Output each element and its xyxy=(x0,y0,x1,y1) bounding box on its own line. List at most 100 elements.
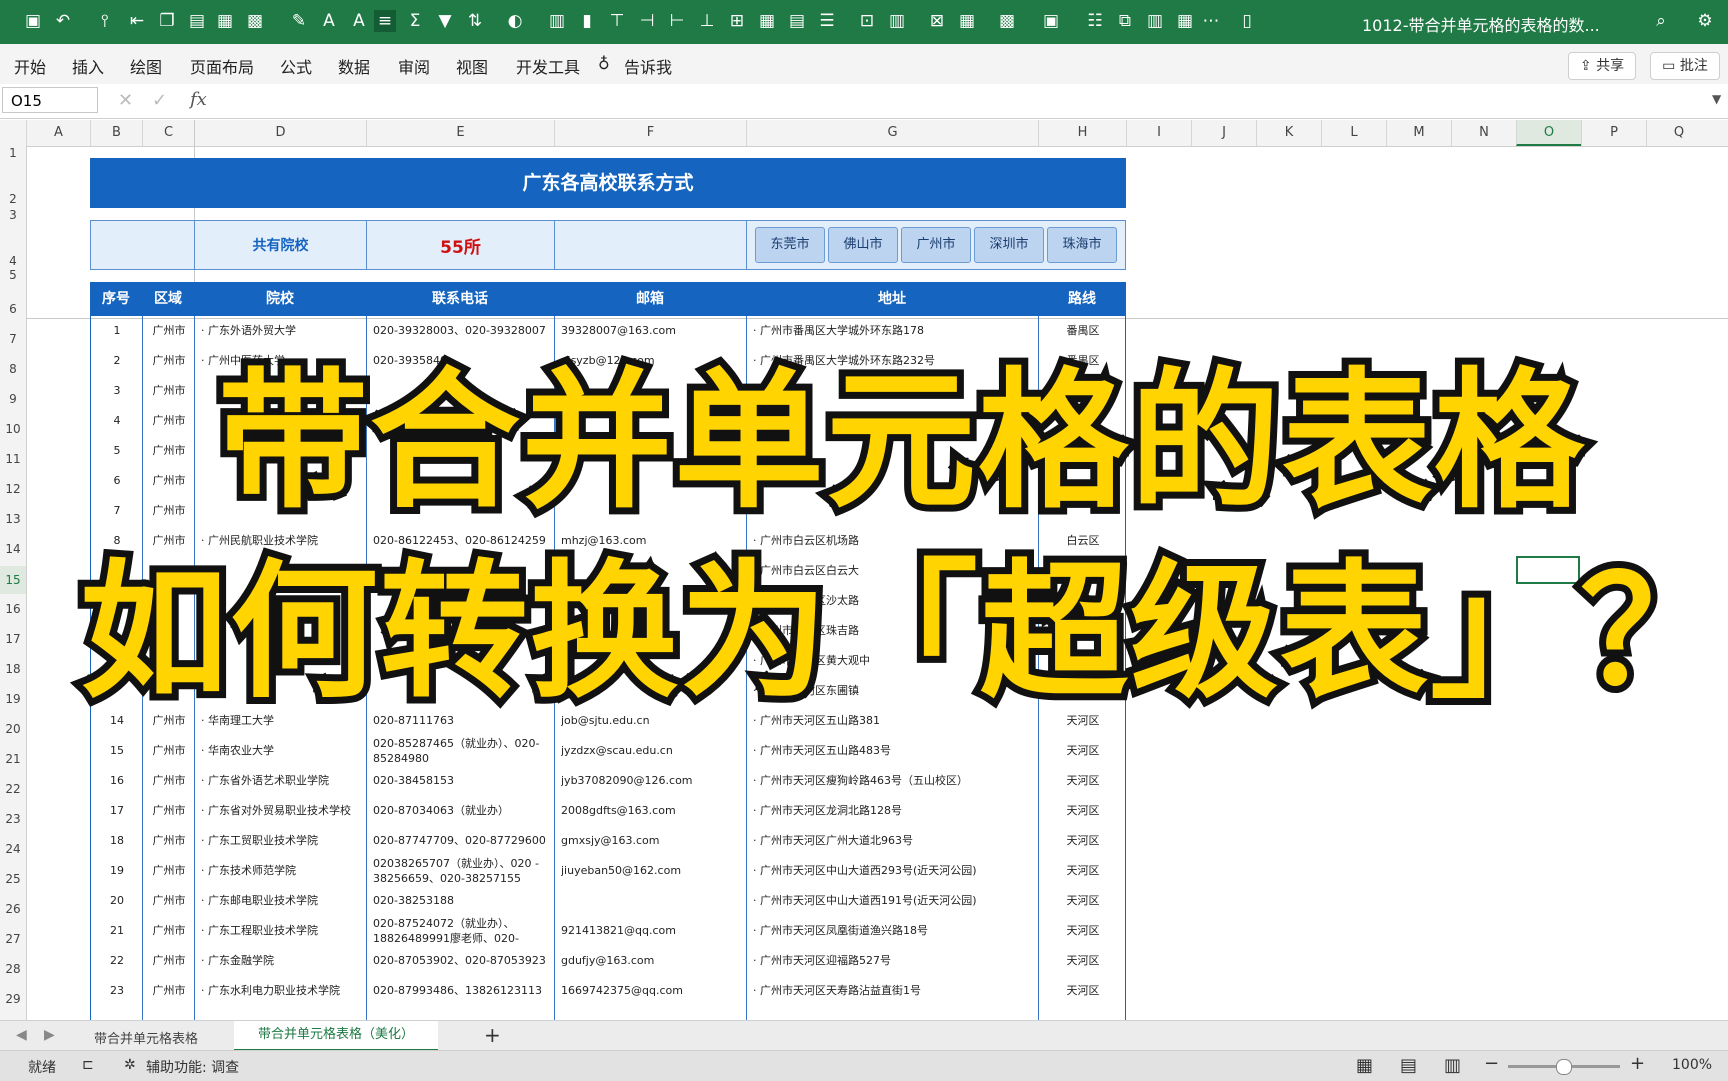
row-header-16[interactable]: 16 xyxy=(0,602,26,616)
cell-index[interactable]: 19 xyxy=(97,856,137,886)
row-header-18[interactable]: 18 xyxy=(0,662,26,676)
account-icon[interactable]: ⚙ xyxy=(1694,10,1716,32)
col-header-A[interactable]: A xyxy=(26,120,90,146)
select-all-corner[interactable] xyxy=(0,120,26,146)
cell-index[interactable]: 17 xyxy=(97,796,137,826)
cell-region[interactable]: 广州市 xyxy=(149,796,189,826)
row-header-5[interactable]: 5 xyxy=(0,268,26,282)
cell-phone[interactable]: 020-87524072（就业办）、18826489991廖老师、020-373… xyxy=(373,916,549,946)
cell-school[interactable]: · 广东省对外贸易职业技术学校 xyxy=(201,796,361,826)
cell-district[interactable]: 天河区 xyxy=(1045,826,1121,856)
row-header-22[interactable]: 22 xyxy=(0,782,26,796)
doc-icon[interactable]: ▤ xyxy=(786,10,808,32)
cell-region[interactable]: 广州市 xyxy=(149,946,189,976)
col-header-E[interactable]: E xyxy=(366,120,554,146)
cell-index[interactable]: 3 xyxy=(97,376,137,406)
accessibility-status[interactable]: 辅助功能: 调查 xyxy=(146,1057,239,1077)
cell-index[interactable]: 15 xyxy=(97,736,137,766)
row-header-27[interactable]: 27 xyxy=(0,932,26,946)
indent-icon[interactable]: ⇤ xyxy=(126,10,148,32)
col-header-K[interactable]: K xyxy=(1256,120,1321,146)
cell-phone[interactable]: 020-38458153 xyxy=(373,766,549,796)
comment-button[interactable]: ▭ 批注 xyxy=(1650,52,1720,80)
zoom-slider-thumb[interactable] xyxy=(1556,1059,1572,1075)
cell-index[interactable]: 2 xyxy=(97,346,137,376)
filter-icon[interactable]: ▼ xyxy=(434,10,456,32)
cell-district[interactable]: 天河区 xyxy=(1045,736,1121,766)
sheet-icon[interactable]: ▦ xyxy=(1174,10,1196,32)
header-region[interactable]: 区域 xyxy=(142,282,194,316)
cell-school[interactable]: · 广东技术师范学院 xyxy=(201,856,361,886)
cell-school[interactable]: · 广东省外语艺术职业学院 xyxy=(201,766,361,796)
cell-phone[interactable]: 02038265707（就业办）、020 - 38256659、020-3825… xyxy=(373,856,549,886)
cell-address[interactable]: · 广州市天河区迎福路527号 xyxy=(753,946,1033,976)
zoom-level[interactable]: 100% xyxy=(1672,1057,1712,1073)
col-header-H[interactable]: H xyxy=(1038,120,1126,146)
cell-school[interactable]: · 广东金融学院 xyxy=(201,946,361,976)
cell-index[interactable]: 21 xyxy=(97,916,137,946)
menu-formulas[interactable]: 公式 xyxy=(280,54,312,78)
row-header-3[interactable]: 3 xyxy=(0,208,26,222)
row-header-26[interactable]: 26 xyxy=(0,902,26,916)
cell-phone[interactable]: 020-87034063（就业办） xyxy=(373,796,549,826)
cell-district[interactable]: 天河区 xyxy=(1045,886,1121,916)
cell-district[interactable]: 天河区 xyxy=(1045,976,1121,1006)
col-header-B[interactable]: B xyxy=(90,120,142,146)
cell-region[interactable]: 广州市 xyxy=(149,766,189,796)
row-header-8[interactable]: 8 xyxy=(0,362,26,376)
cell-address[interactable]: · 广州市天河区瘦狗岭路463号（五山校区） xyxy=(753,766,1033,796)
cell-email[interactable]: jyzdzx@scau.edu.cn xyxy=(561,736,741,766)
accessibility-icon[interactable]: ✲ xyxy=(124,1057,136,1073)
cell-phone[interactable]: 020-38253188 xyxy=(373,886,549,916)
compare-icon[interactable]: ⧉ xyxy=(1114,10,1136,32)
menu-data[interactable]: 数据 xyxy=(338,54,370,78)
col-header-L[interactable]: L xyxy=(1321,120,1386,146)
cell-index[interactable]: 1 xyxy=(97,316,137,346)
normal-view-icon[interactable]: ▦ xyxy=(1356,1055,1373,1076)
cell-email[interactable]: 921413821@qq.com xyxy=(561,916,741,946)
cell-region[interactable]: 广州市 xyxy=(149,856,189,886)
cell-phone[interactable]: 020-85287465（就业办）、020-85284980 xyxy=(373,736,549,766)
cell-index[interactable]: 7 xyxy=(97,496,137,526)
menu-developer[interactable]: 开发工具 xyxy=(516,54,580,78)
sum-icon[interactable]: Σ xyxy=(404,10,426,32)
split-icon[interactable]: ⊥ xyxy=(696,10,718,32)
cell-email[interactable]: 2008gdfts@163.com xyxy=(561,796,741,826)
sheet-tab-2-active[interactable]: 带合并单元格表格（美化） xyxy=(234,1021,439,1051)
font-increase-icon[interactable]: A xyxy=(318,10,340,32)
col-header-Q[interactable]: Q xyxy=(1646,120,1711,146)
column-icon[interactable]: ⊤ xyxy=(606,10,628,32)
fx-icon[interactable]: fx xyxy=(190,89,207,110)
cell-school[interactable]: · 华南农业大学 xyxy=(201,736,361,766)
col-header-I[interactable]: I xyxy=(1126,120,1191,146)
row-header-23[interactable]: 23 xyxy=(0,812,26,826)
cell-email[interactable]: 1669742375@qq.com xyxy=(561,976,741,1006)
col-header-M[interactable]: M xyxy=(1386,120,1451,146)
cell-region[interactable]: 广州市 xyxy=(149,976,189,1006)
city-slicer-zhuhai[interactable]: 珠海市 xyxy=(1047,227,1117,263)
cell-region[interactable]: 广州市 xyxy=(149,346,189,376)
row-header-4[interactable]: 4 xyxy=(0,254,26,268)
page-layout-icon[interactable]: ▤ xyxy=(1400,1055,1417,1076)
cell-index[interactable]: 23 xyxy=(97,976,137,1006)
city-slicer-foshan[interactable]: 佛山市 xyxy=(828,227,898,263)
rows-icon[interactable]: ☰ xyxy=(816,10,838,32)
cell-phone[interactable]: 020-39328003、020-39328007 xyxy=(373,316,549,346)
row-header-17[interactable]: 17 xyxy=(0,632,26,646)
table-icon[interactable]: ▦ xyxy=(214,10,236,32)
book-icon[interactable]: ▥ xyxy=(1144,10,1166,32)
cell-region[interactable]: 广州市 xyxy=(149,886,189,916)
undo-icon[interactable]: ↶ xyxy=(52,10,74,32)
cell-email[interactable]: gmxsjy@163.com xyxy=(561,826,741,856)
paste-icon[interactable]: ▤ xyxy=(186,10,208,32)
cell-phone[interactable]: 020-87747709、020-87729600 xyxy=(373,826,549,856)
row-header-13[interactable]: 13 xyxy=(0,512,26,526)
col-header-N[interactable]: N xyxy=(1451,120,1516,146)
cells-icon[interactable]: ▩ xyxy=(996,10,1018,32)
sort-icon[interactable]: ⇅ xyxy=(464,10,486,32)
header-district[interactable]: 路线 xyxy=(1038,282,1126,316)
prev-sheet-icon[interactable]: ◀ xyxy=(16,1027,27,1043)
row-header-20[interactable]: 20 xyxy=(0,722,26,736)
row-header-7[interactable]: 7 xyxy=(0,332,26,346)
col-header-F[interactable]: F xyxy=(554,120,746,146)
